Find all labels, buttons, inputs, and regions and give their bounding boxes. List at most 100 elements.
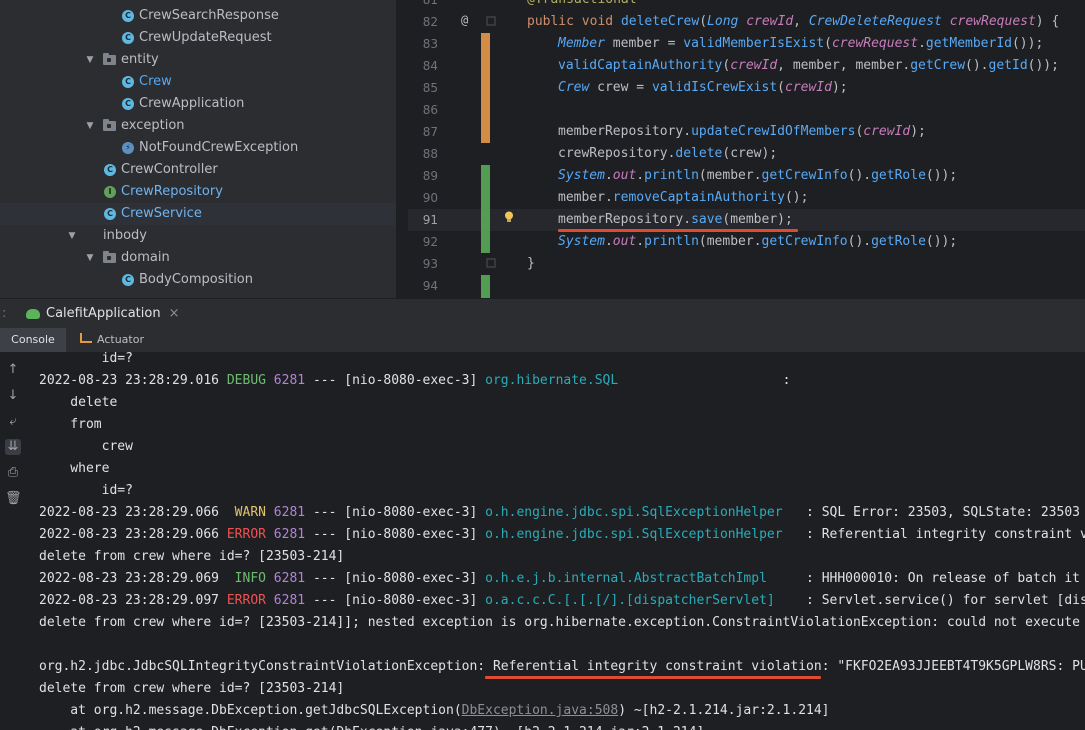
console-line: id=? <box>39 483 133 498</box>
tree-folder[interactable]: ▼ entity <box>0 49 396 71</box>
tree-item-label: NotFoundCrewException <box>139 140 299 155</box>
tree-item[interactable]: C CrewUpdateRequest <box>0 27 396 49</box>
tree-folder[interactable]: ▼ inbody <box>0 225 396 247</box>
tree-item[interactable]: C BodyComposition <box>0 269 396 291</box>
code-token: save <box>691 212 723 227</box>
scroll-to-end-icon[interactable]: ⇊ <box>5 439 21 455</box>
soft-wrap-icon[interactable]: ⤶ <box>5 414 21 430</box>
console-log-line: 2022-08-23 23:28:29.066 WARN 6281 --- [n… <box>39 502 1080 524</box>
modified-gutter-marker[interactable] <box>481 121 490 143</box>
tab-console[interactable]: Console <box>0 328 66 352</box>
console-line: from <box>39 417 102 432</box>
tree-item[interactable]: C CrewApplication <box>0 93 396 115</box>
tree-folder[interactable]: ▼ exception <box>0 115 396 137</box>
code-token: updateCrewIdOfMembers <box>691 124 856 139</box>
chevron-down-icon[interactable]: ▼ <box>85 49 95 71</box>
close-icon[interactable]: × <box>169 306 180 321</box>
log-message: : Referential integrity constraint v <box>782 527 1085 542</box>
project-tree: C CrewSearchResponse C CrewUpdateRequest… <box>0 0 396 298</box>
tree-item-label: CrewService <box>121 206 202 221</box>
code-token: getCrewInfo <box>761 234 848 249</box>
tree-folder[interactable]: ▼ domain <box>0 247 396 269</box>
tree-item-label: CrewRepository <box>121 184 223 199</box>
code-editor[interactable]: 81 82 83 84 85 86 87 88 89 90 91 92 93 9… <box>408 0 1085 298</box>
log-pid: 6281 <box>265 571 306 586</box>
log-pid: 6281 <box>265 505 306 520</box>
code-token: ); <box>910 124 926 139</box>
lightbulb-icon[interactable] <box>504 211 514 223</box>
source-link[interactable]: DbException.java:508 <box>462 703 619 718</box>
tree-item[interactable]: I CrewRepository <box>0 181 396 203</box>
code-token: println <box>644 234 699 249</box>
code-token: ( <box>777 80 785 95</box>
log-logger: o.h.engine.jdbc.spi.SqlExceptionHelper <box>485 505 783 520</box>
code-token: crewId <box>746 14 794 29</box>
stack-frame: at org.h2.message.DbException.getJdbcSQL… <box>39 703 462 718</box>
console-log-line: 2022-08-23 23:28:29.016 DEBUG 6281 --- [… <box>39 370 790 392</box>
log-timestamp: 2022-08-23 23:28:29.097 <box>39 593 227 608</box>
tree-item[interactable]: C Crew <box>0 71 396 93</box>
code-token: . <box>604 168 613 183</box>
class-icon: C <box>122 32 134 44</box>
code-token: , member, member. <box>777 58 911 73</box>
chevron-down-icon[interactable]: ▼ <box>85 115 95 137</box>
added-gutter-marker[interactable] <box>481 275 490 298</box>
tree-item[interactable]: C CrewController <box>0 159 396 181</box>
tab-actuator[interactable]: Actuator <box>80 328 144 352</box>
code-token: getMemberId <box>925 36 1012 51</box>
chevron-down-icon[interactable]: ▼ <box>85 247 95 269</box>
code-token: println <box>644 168 699 183</box>
tree-item[interactable]: C CrewSearchResponse <box>0 5 396 27</box>
exception-class-icon: ⚡ <box>122 142 134 154</box>
class-icon: C <box>104 208 116 220</box>
modified-gutter-marker[interactable] <box>481 33 490 121</box>
stack-frame-jar: ) ~[h2-2.1.214.jar:2.1.214] <box>618 703 830 718</box>
code-token: Long <box>707 14 739 29</box>
console-line: id=? <box>39 352 133 366</box>
log-message: : Servlet.service() for servlet [dis <box>774 593 1085 608</box>
line-number: 82 <box>422 15 438 29</box>
code-token: ( <box>824 36 832 51</box>
tree-item-label: Crew <box>139 74 172 89</box>
code-line-87: memberRepository.updateCrewIdOfMembers(c… <box>558 121 926 143</box>
code-token: ); <box>831 80 848 95</box>
code-token: memberRepository <box>558 212 684 227</box>
scroll-up-icon[interactable]: ↑ <box>5 362 21 378</box>
fold-icon[interactable] <box>486 16 496 26</box>
run-config-tab[interactable]: CalefitApplication × <box>18 299 188 330</box>
clear-all-icon[interactable]: 🗑 <box>5 491 22 507</box>
tree-item-label: CrewSearchResponse <box>139 8 279 23</box>
line-number: 85 <box>422 81 438 95</box>
console-output[interactable]: id=? 2022-08-23 23:28:29.016 DEBUG 6281 … <box>28 352 1085 730</box>
log-logger: o.a.c.c.C.[.[.[/].[dispatcherServlet] <box>485 593 775 608</box>
print-icon[interactable]: ⎙ <box>5 465 21 481</box>
code-token: (member. <box>698 168 762 183</box>
scroll-down-icon[interactable]: ↓ <box>5 388 21 404</box>
code-token: ()); <box>925 168 958 183</box>
code-token: member = <box>604 36 684 51</box>
log-timestamp: 2022-08-23 23:28:29.066 <box>39 505 235 520</box>
code-line-81: @Transactional <box>527 0 637 11</box>
log-message: : <box>618 373 791 388</box>
actuator-icon <box>80 333 92 343</box>
code-token: getCrewInfo <box>761 168 848 183</box>
tree-item-label: entity <box>121 52 159 67</box>
code-token: (). <box>965 58 989 73</box>
line-number: 87 <box>422 125 438 139</box>
folder-icon <box>103 53 116 65</box>
added-gutter-marker[interactable] <box>481 165 490 253</box>
tree-item-selected[interactable]: C CrewService <box>0 203 396 225</box>
log-logger: org.hibernate.SQL <box>485 373 619 388</box>
chevron-down-icon[interactable]: ▼ <box>67 225 77 247</box>
code-token: (member. <box>698 234 762 249</box>
line-number: 90 <box>422 191 438 205</box>
log-pid: 6281 <box>265 373 306 388</box>
tree-item[interactable]: ⚡ NotFoundCrewException <box>0 137 396 159</box>
override-marker-icon[interactable]: @ <box>461 13 468 27</box>
code-token: getRole <box>871 234 926 249</box>
code-token: (member); <box>722 212 793 227</box>
line-number: 84 <box>422 59 438 73</box>
console-log-line: 2022-08-23 23:28:29.069 INFO 6281 --- [n… <box>39 568 1080 590</box>
fold-icon[interactable] <box>486 258 496 268</box>
code-token: . <box>604 234 613 249</box>
